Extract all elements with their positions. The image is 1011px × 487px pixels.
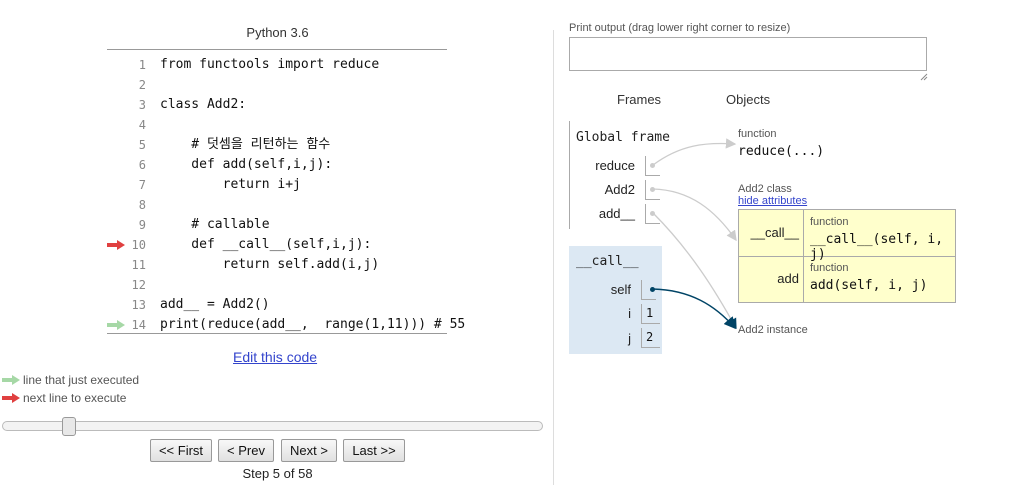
pointer-add2 xyxy=(652,188,737,242)
pointer-self xyxy=(652,288,736,330)
pointer-arrows xyxy=(652,138,737,330)
pointer-add-instance xyxy=(652,212,737,330)
pointer-reduce xyxy=(652,138,737,166)
